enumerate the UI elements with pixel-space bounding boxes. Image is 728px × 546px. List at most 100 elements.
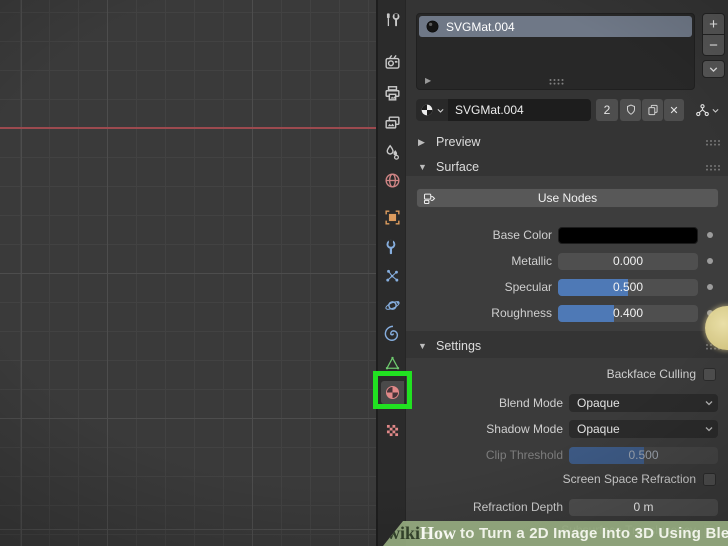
material-slot-specials-button[interactable] <box>702 60 725 78</box>
blend-mode-dropdown[interactable]: Opaque <box>569 394 718 412</box>
tab-texture-properties[interactable] <box>381 419 404 442</box>
physics-icon <box>383 296 402 315</box>
screen-space-refraction-checkbox[interactable] <box>703 473 716 486</box>
tab-modifier-properties[interactable] <box>381 236 404 259</box>
chevron-down-icon <box>436 106 445 115</box>
render-camera-icon <box>383 53 402 72</box>
unlink-material-button[interactable]: ✕ <box>664 99 684 121</box>
tab-view-layer-properties[interactable] <box>381 112 404 135</box>
add-material-slot-button[interactable]: + <box>702 13 725 35</box>
modifier-wrench-icon <box>383 238 402 257</box>
tab-object-properties[interactable] <box>381 206 404 229</box>
disclosure-expanded-icon[interactable]: ▼ <box>418 161 427 173</box>
texture-checker-icon <box>383 421 402 440</box>
disclosure-collapsed-icon[interactable]: ▶ <box>418 136 425 148</box>
material-name-field[interactable]: SVGMat.004 <box>448 99 591 121</box>
shadow-mode-value: Opaque <box>577 420 620 438</box>
constraint-icon <box>383 324 402 343</box>
users-count: 2 <box>604 103 611 117</box>
particles-icon <box>383 267 402 286</box>
nodetree-icon <box>694 102 711 119</box>
view-layers-icon <box>383 114 402 133</box>
panel-grip-icon[interactable] <box>705 139 720 146</box>
tab-physics-properties[interactable] <box>381 294 404 317</box>
refraction-depth-field[interactable]: 0 m <box>569 499 718 516</box>
tab-render-properties[interactable] <box>381 51 404 74</box>
material-tab-highlight-box <box>373 371 412 409</box>
resize-grip-icon[interactable] <box>548 78 563 85</box>
roughness-value: 0.400 <box>558 305 698 322</box>
scene-icon <box>383 143 402 162</box>
preview-section-label: Preview <box>436 133 480 151</box>
clip-threshold-label: Clip Threshold <box>486 447 563 464</box>
shadow-mode-label: Shadow Mode <box>486 420 563 438</box>
tool-icon <box>383 11 402 30</box>
animate-dot-specular[interactable] <box>707 284 713 290</box>
specular-slider[interactable]: 0.500 <box>558 279 698 296</box>
wikihow-logo-how: How <box>420 523 456 544</box>
base-color-swatch[interactable] <box>558 227 698 244</box>
material-slot-list[interactable]: SVGMat.004 ▶ <box>416 13 695 90</box>
printer-icon <box>383 84 402 103</box>
tab-constraint-properties[interactable] <box>381 322 404 345</box>
clip-threshold-slider: 0.500 <box>569 447 718 464</box>
metallic-label: Metallic <box>511 253 552 270</box>
settings-section-header[interactable]: ▼ Settings <box>406 337 728 355</box>
properties-tab-bar <box>376 0 405 546</box>
base-color-label: Base Color <box>493 227 552 244</box>
users-count-button[interactable]: 2 <box>596 99 618 121</box>
plus-icon: + <box>709 17 718 32</box>
refraction-depth-value: 0 m <box>633 500 653 514</box>
tab-output-properties[interactable] <box>381 82 404 105</box>
tab-scene-properties[interactable] <box>381 141 404 164</box>
copy-icon <box>646 103 660 117</box>
specular-value: 0.500 <box>558 279 698 296</box>
animate-dot-metallic[interactable] <box>707 258 713 264</box>
slot-name: SVGMat.004 <box>446 20 515 34</box>
roughness-label: Roughness <box>491 305 552 322</box>
blender-window: SVGMat.004 ▶ + − SVGMat.004 2 <box>0 0 728 546</box>
metallic-value: 0.000 <box>558 253 698 270</box>
tab-tool[interactable] <box>381 9 404 32</box>
object-icon <box>383 208 402 227</box>
surface-section-header[interactable]: ▼ Surface <box>406 158 728 176</box>
specular-label: Specular <box>505 279 552 296</box>
slot-list-expander-icon[interactable]: ▶ <box>425 77 431 85</box>
metallic-slider[interactable]: 0.000 <box>558 253 698 270</box>
nodetree-dropdown-button[interactable] <box>690 99 724 121</box>
tab-particle-properties[interactable] <box>381 265 404 288</box>
disclosure-expanded-icon[interactable]: ▼ <box>418 340 427 352</box>
material-slot-selected[interactable]: SVGMat.004 <box>419 16 692 37</box>
backface-culling-checkbox[interactable] <box>703 368 716 381</box>
chevron-down-icon <box>707 63 720 76</box>
panel-grip-icon[interactable] <box>705 164 720 171</box>
roughness-slider[interactable]: 0.400 <box>558 305 698 322</box>
x-axis-line <box>0 127 376 129</box>
tab-world-properties[interactable] <box>381 169 404 192</box>
surface-section-label: Surface <box>436 158 479 176</box>
wikihow-watermark: wikiHow to Turn a 2D Image Into 3D Using… <box>383 521 728 546</box>
material-properties-panel: SVGMat.004 ▶ + − SVGMat.004 2 <box>405 0 728 546</box>
remove-material-slot-button[interactable]: − <box>702 35 725 56</box>
new-material-button[interactable] <box>642 99 663 121</box>
screen-space-refraction-label: Screen Space Refraction <box>563 472 696 487</box>
blend-mode-value: Opaque <box>577 394 620 412</box>
use-nodes-label: Use Nodes <box>417 189 718 207</box>
chevron-down-icon <box>703 397 715 409</box>
browse-material-button[interactable] <box>416 99 448 121</box>
fake-user-button[interactable] <box>620 99 641 121</box>
chevron-down-icon <box>711 106 720 115</box>
3d-viewport[interactable] <box>0 0 376 546</box>
minus-icon: − <box>709 38 718 53</box>
preview-section-header[interactable]: ▶ Preview <box>406 133 728 151</box>
material-ball-icon <box>425 19 440 34</box>
blend-mode-label: Blend Mode <box>499 394 563 412</box>
watermark-title: to Turn a 2D Image Into 3D Using Blender <box>460 525 728 542</box>
clip-threshold-value: 0.500 <box>569 447 718 464</box>
browse-material-icon <box>419 102 435 118</box>
shadow-mode-dropdown[interactable]: Opaque <box>569 420 718 438</box>
use-nodes-button[interactable]: Use Nodes <box>416 188 719 208</box>
animate-dot-base-color[interactable] <box>707 232 713 238</box>
backface-culling-label: Backface Culling <box>607 367 696 382</box>
settings-section-label: Settings <box>436 337 481 355</box>
